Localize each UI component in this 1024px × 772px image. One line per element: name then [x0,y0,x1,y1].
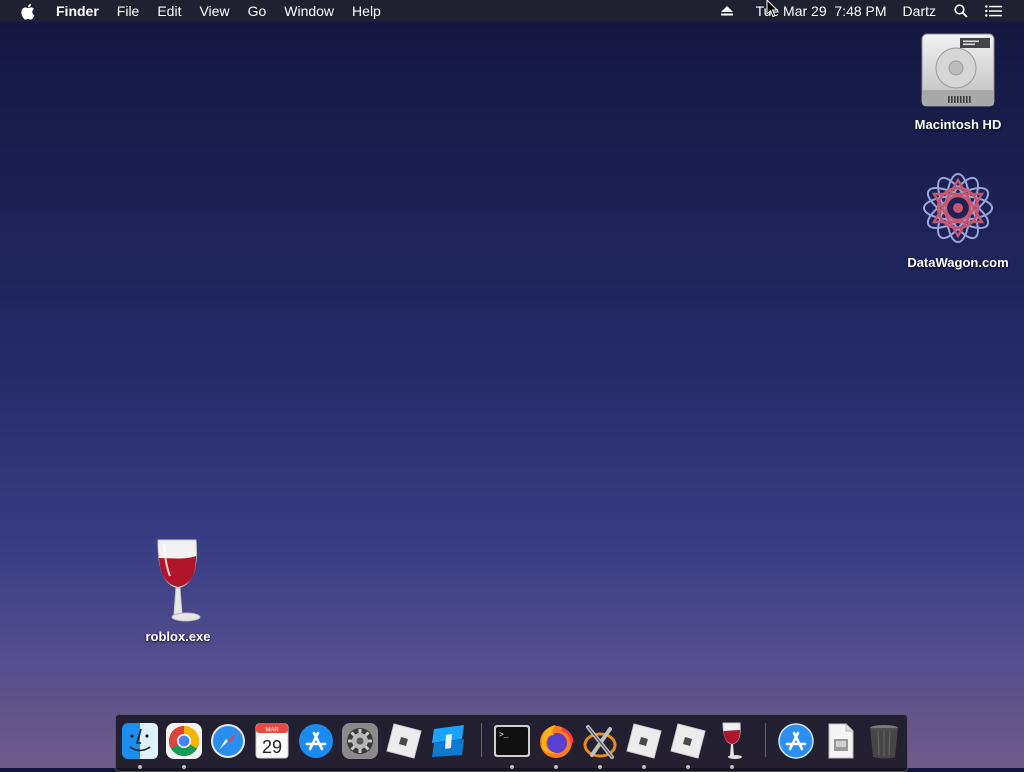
menu-window[interactable]: Window [275,0,343,22]
desktop-icon-label: Macintosh HD [914,117,1002,132]
dock-item-app-store[interactable] [296,721,336,761]
running-indicator [510,765,514,769]
dock-item-roblox[interactable] [384,721,424,761]
document-icon [828,723,854,759]
app-store-icon [299,724,333,758]
dock: MAR 29 >_ [115,714,908,772]
spotlight-search-icon[interactable] [950,0,972,22]
dock-separator [765,723,766,757]
dock-item-system-preferences[interactable] [340,721,380,761]
menu-view[interactable]: View [190,0,238,22]
calendar-day: 29 [262,737,282,757]
dock-item-applications[interactable] [776,721,816,761]
roblox-icon [386,723,422,759]
running-indicator [642,765,646,769]
gear-icon [342,723,378,759]
firefox-icon [540,725,574,758]
running-indicator [686,765,690,769]
desktop-icon-label: DataWagon.com [907,255,1009,270]
roblox-icon [670,723,706,759]
dock-item-roblox-2[interactable] [624,721,664,769]
dock-item-chrome[interactable] [164,721,204,769]
eject-icon[interactable] [712,0,742,22]
roblox-icon [626,723,662,759]
finder-icon [122,723,158,759]
dock-item-finder[interactable] [120,721,160,769]
menu-app-name[interactable]: Finder [52,0,108,22]
desktop-icon-macintosh-hd[interactable]: Macintosh HD [898,30,1018,132]
menu-file[interactable]: File [108,0,149,22]
dock-item-wine[interactable] [712,721,752,769]
running-indicator [182,765,186,769]
terminal-prompt: >_ [499,731,509,740]
wine-glass-icon [157,539,201,622]
dock-separator [481,723,482,757]
dock-item-roblox-3[interactable] [668,721,708,769]
xquartz-icon [583,725,617,759]
running-indicator [138,765,142,769]
running-indicator [554,765,558,769]
safari-icon [211,724,245,758]
menu-help[interactable]: Help [343,0,390,22]
network-drive-icon [923,173,993,243]
dock-item-trash[interactable] [864,721,904,761]
menubar-user[interactable]: Dartz [903,0,936,22]
roblox-studio-icon [432,725,464,757]
calendar-month: MAR [265,728,279,734]
dock-item-firefox[interactable] [536,721,576,769]
desktop-icon-datawagon[interactable]: DataWagon.com [898,168,1018,270]
applications-folder-icon [778,723,814,759]
mouse-cursor-icon [766,0,778,18]
wine-glass-icon [722,722,742,759]
desktop-icon-label: roblox.exe [145,629,211,644]
running-indicator [730,765,734,769]
menu-bar: Finder File Edit View Go Window Help Tue… [0,0,1024,22]
desktop-icon-roblox-exe[interactable]: roblox.exe [118,536,238,644]
dock-item-roblox-studio[interactable] [428,721,468,761]
dock-item-document[interactable] [820,721,860,761]
dock-item-safari[interactable] [208,721,248,761]
menu-go[interactable]: Go [239,0,276,22]
dock-item-terminal[interactable]: >_ [492,721,532,769]
apple-logo-icon[interactable] [20,3,36,20]
calendar-icon: MAR 29 [255,723,289,759]
terminal-icon: >_ [494,725,530,757]
notification-center-icon[interactable] [982,0,1004,22]
menu-edit[interactable]: Edit [148,0,190,22]
chrome-icon [166,723,202,759]
hard-drive-icon [921,33,995,107]
trash-icon [870,725,898,759]
running-indicator [598,765,602,769]
dock-item-calendar[interactable]: MAR 29 [252,721,292,761]
dock-item-xquartz[interactable] [580,721,620,769]
